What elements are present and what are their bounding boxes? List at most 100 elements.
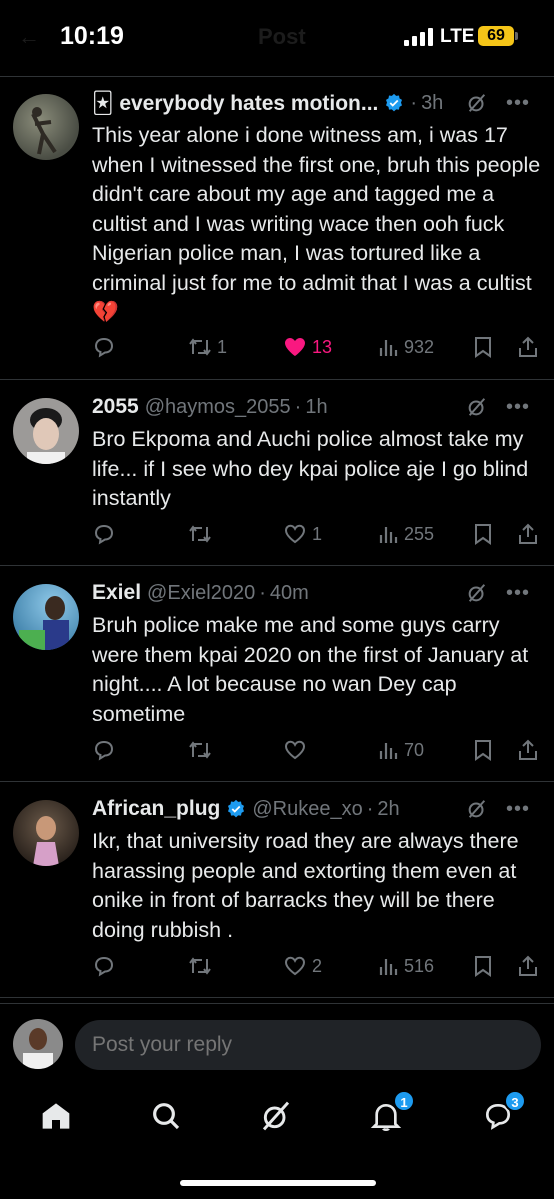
status-bar: ← 10:19 Post LTE 69 — [0, 0, 554, 76]
display-name[interactable]: 2055 — [92, 395, 139, 419]
grok-icon[interactable] — [466, 92, 488, 114]
grok-icon[interactable] — [466, 396, 488, 418]
like-button[interactable]: 2 — [282, 951, 322, 981]
divider — [0, 997, 554, 998]
reply-button[interactable] — [92, 735, 116, 765]
reply-icon — [94, 740, 114, 761]
notifications-badge: 1 — [393, 1090, 415, 1112]
display-name[interactable]: Exiel — [92, 581, 141, 605]
like-count: 13 — [312, 336, 333, 357]
messages-badge: 3 — [504, 1090, 526, 1112]
share-icon — [519, 739, 537, 760]
more-options-icon[interactable]: ••• — [506, 582, 530, 605]
tab-messages[interactable]: 3 — [478, 1090, 526, 1136]
like-button[interactable]: 1 — [282, 519, 322, 549]
like-button[interactable]: 13 — [282, 332, 332, 362]
heart-icon — [284, 956, 306, 976]
share-button[interactable] — [516, 735, 540, 765]
battery-tip — [515, 32, 518, 40]
bookmark-icon — [475, 524, 491, 545]
display-name[interactable]: African_plug — [92, 797, 220, 821]
more-options-icon[interactable]: ••• — [506, 396, 530, 419]
display-name[interactable]: 🃏 everybody hates motion... — [92, 91, 378, 116]
grok-icon[interactable] — [466, 582, 488, 604]
share-button[interactable] — [516, 332, 540, 362]
tweet-text: Bruh police make me and some guys carry … — [92, 613, 529, 726]
like-button[interactable] — [282, 735, 308, 765]
more-options-icon[interactable]: ••• — [506, 798, 530, 821]
repost-button[interactable]: 1 — [187, 332, 227, 362]
view-count: 932 — [404, 336, 435, 357]
views-icon — [379, 527, 398, 543]
username[interactable]: @haymos_2055 — [145, 396, 291, 419]
share-button[interactable] — [516, 519, 540, 549]
avatar[interactable] — [13, 584, 79, 650]
username[interactable]: @Rukee_xo — [252, 798, 362, 821]
reply-tweet[interactable]: 🃏 everybody hates motion... · 3h ••• Thi… — [0, 76, 554, 379]
repost-button[interactable] — [187, 519, 213, 549]
share-button[interactable] — [516, 951, 540, 981]
like-count: 2 — [312, 955, 323, 976]
views-button[interactable]: 516 — [378, 951, 434, 981]
separator-dot: · — [366, 797, 374, 820]
tab-search[interactable] — [146, 1096, 186, 1136]
avatar[interactable] — [13, 94, 79, 160]
reply-input[interactable] — [75, 1020, 541, 1070]
bookmark-button[interactable] — [472, 519, 494, 549]
action-bar: 2 516 — [92, 951, 542, 981]
repost-button[interactable] — [187, 951, 213, 981]
reply-tweet[interactable]: Exiel @Exiel2020 · 40m ••• Bruh police m… — [0, 566, 554, 781]
grok-icon[interactable] — [466, 798, 488, 820]
action-bar: 70 — [92, 735, 542, 765]
grok-icon — [262, 1101, 290, 1131]
heart-icon — [284, 524, 306, 544]
clock: 10:19 — [60, 22, 124, 50]
tweet-text: This year alone i done witness am, i was… — [92, 123, 541, 324]
repost-icon — [189, 525, 211, 543]
repost-icon — [189, 338, 211, 356]
tweet-text: Ikr, that university road they are alway… — [92, 829, 519, 942]
timestamp[interactable]: 2h — [377, 798, 399, 821]
bookmark-button[interactable] — [472, 735, 494, 765]
action-bar: 1 13 932 — [92, 332, 542, 362]
home-icon — [42, 1103, 70, 1129]
views-icon — [379, 959, 398, 975]
tab-home[interactable] — [36, 1096, 76, 1136]
tweet-header: 2055 @haymos_2055 · 1h ••• — [92, 392, 544, 422]
signal-icon — [404, 28, 433, 46]
tab-grok[interactable] — [256, 1096, 296, 1136]
username[interactable]: @Exiel2020 — [147, 582, 255, 605]
heart-icon — [284, 740, 306, 760]
heart-filled-icon — [285, 338, 305, 356]
bookmark-button[interactable] — [472, 332, 494, 362]
separator-dot: · — [294, 395, 302, 418]
reply-tweet[interactable]: 2055 @haymos_2055 · 1h ••• Bro Ekpoma an… — [0, 380, 554, 565]
views-button[interactable]: 255 — [378, 519, 434, 549]
verified-badge-icon — [386, 93, 403, 112]
repost-icon — [189, 741, 211, 759]
reply-button[interactable] — [92, 332, 116, 362]
avatar[interactable] — [13, 398, 79, 464]
reply-button[interactable] — [92, 519, 116, 549]
avatar[interactable] — [13, 800, 79, 866]
timestamp[interactable]: 1h — [305, 396, 327, 419]
back-arrow-icon[interactable]: ← — [18, 24, 40, 50]
tab-notifications[interactable]: 1 — [366, 1090, 415, 1136]
reply-icon — [94, 337, 114, 358]
view-count: 255 — [404, 523, 435, 544]
bookmark-button[interactable] — [472, 951, 494, 981]
search-icon — [153, 1103, 180, 1130]
timestamp[interactable]: 40m — [270, 582, 309, 605]
views-button[interactable]: 70 — [378, 735, 424, 765]
views-icon — [379, 340, 398, 356]
share-icon — [519, 955, 537, 976]
more-options-icon[interactable]: ••• — [506, 92, 530, 115]
views-button[interactable]: 932 — [378, 332, 434, 362]
repost-icon — [189, 957, 211, 975]
action-bar: 1 255 — [92, 519, 542, 549]
reply-tweet[interactable]: African_plug @Rukee_xo · 2h ••• Ikr, tha… — [0, 782, 554, 997]
timestamp[interactable]: 3h — [421, 92, 443, 115]
repost-button[interactable] — [187, 735, 213, 765]
divider — [0, 1003, 554, 1004]
reply-button[interactable] — [92, 951, 116, 981]
